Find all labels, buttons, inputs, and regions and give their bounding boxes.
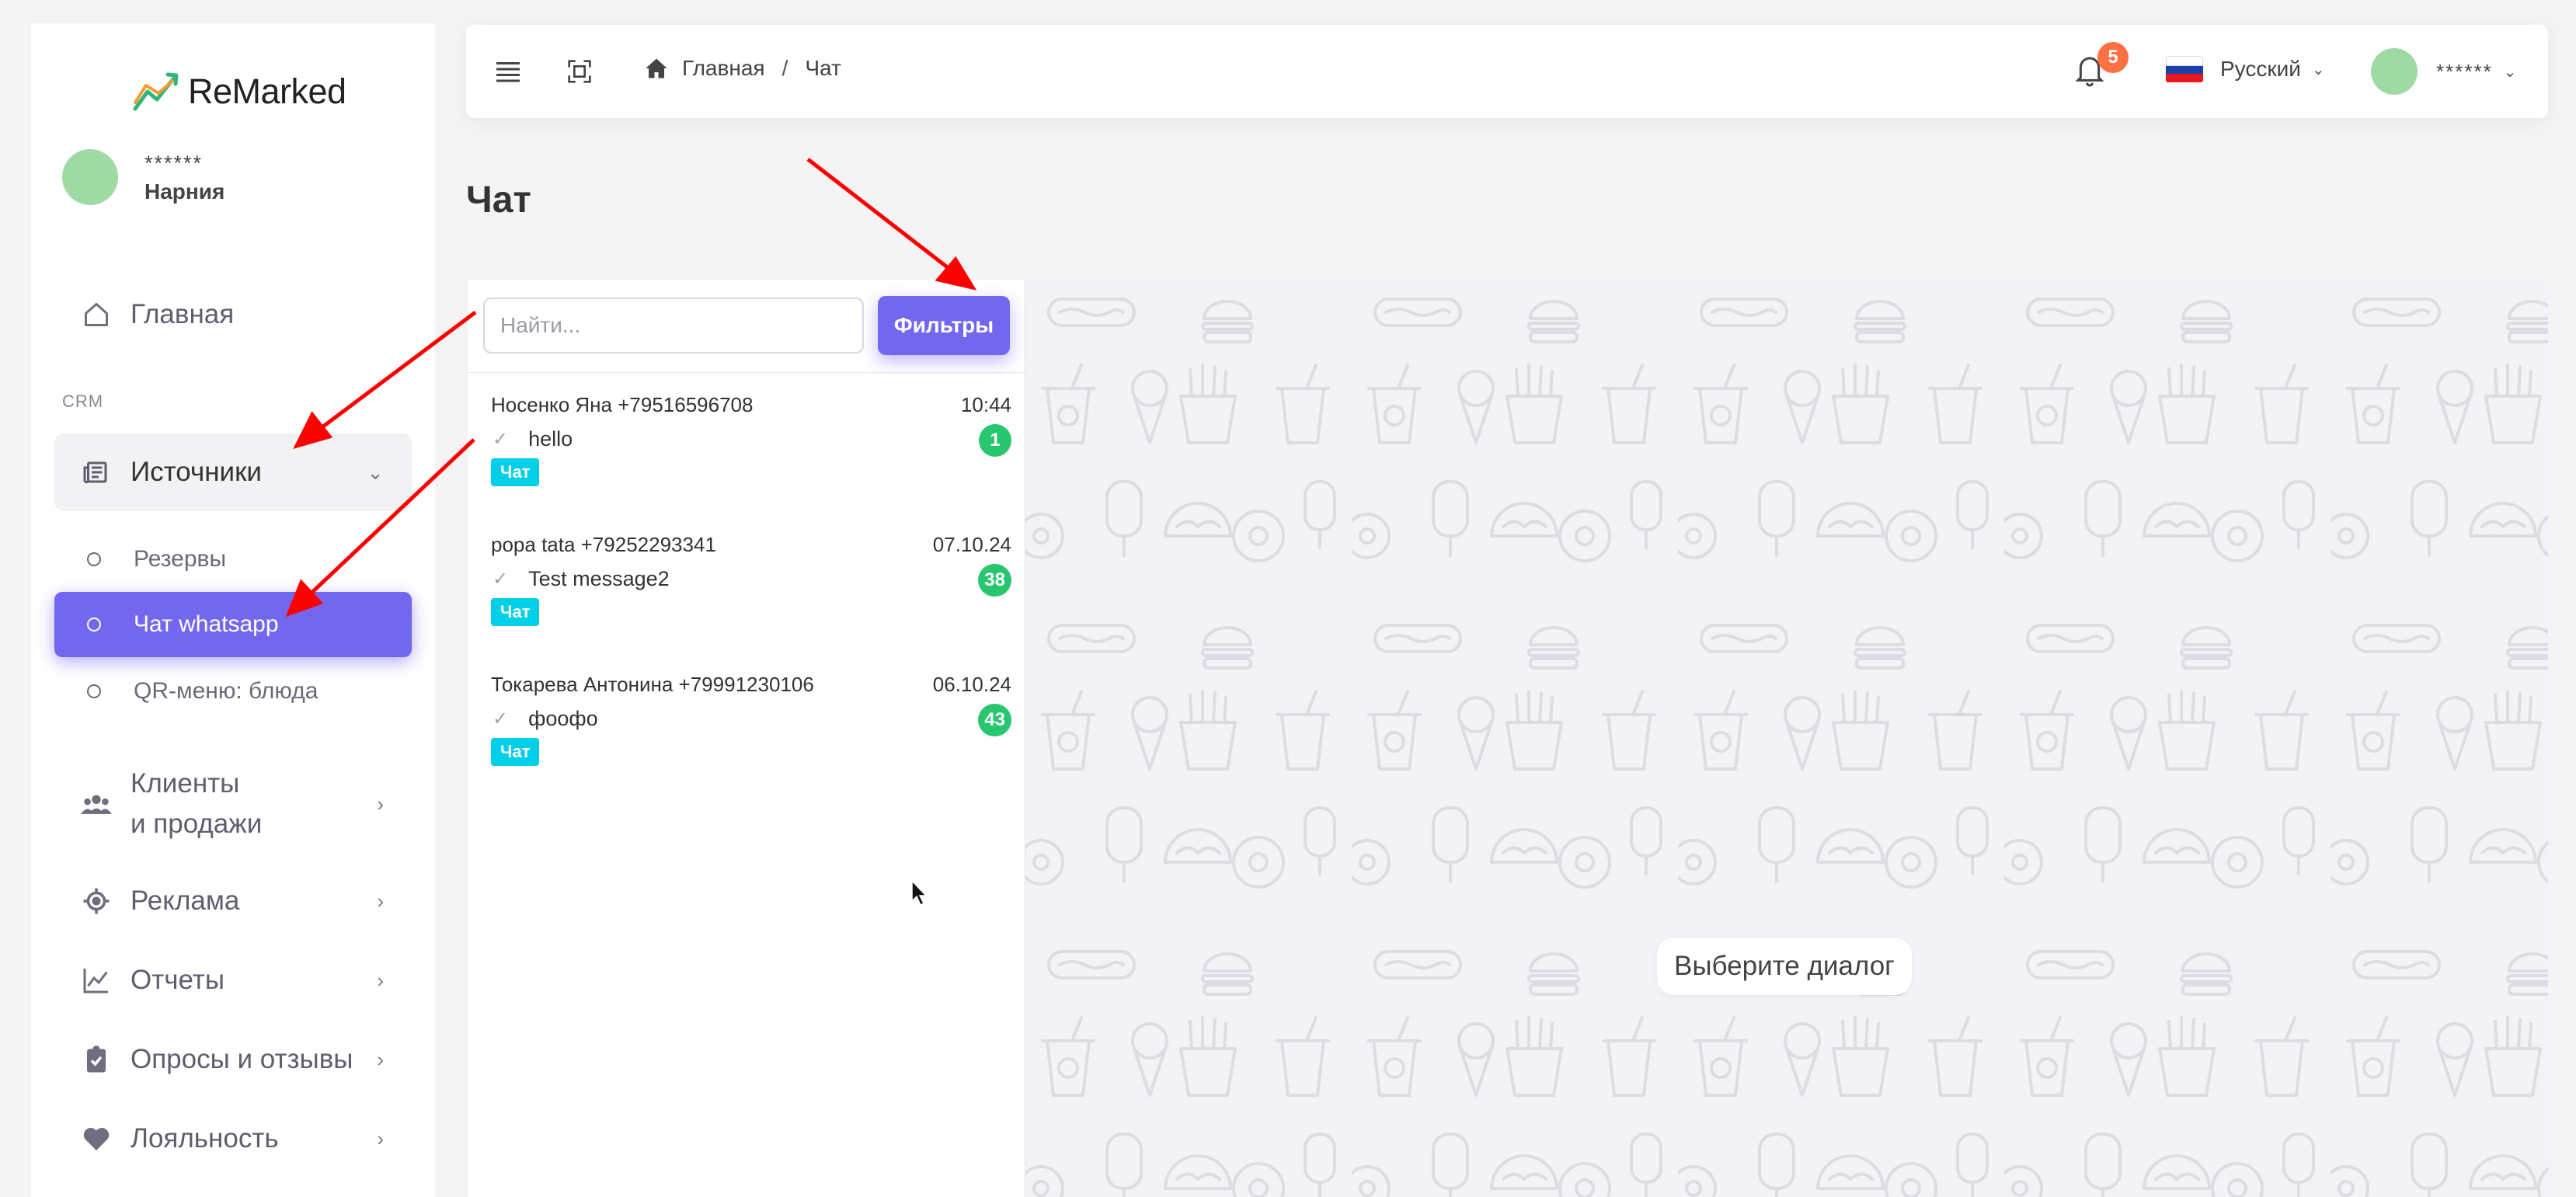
- conversation-item[interactable]: Токарева Антонина +79991230106 06.10.24 …: [491, 673, 1011, 805]
- page-title: Чат: [466, 179, 531, 221]
- topbar: Главная / Чат 5 Русский ⌄ ****** ⌄: [466, 25, 2548, 118]
- nav-section-crm: CRM: [62, 391, 104, 411]
- user-menu[interactable]: ****** ⌄: [2371, 48, 2516, 95]
- conversation-tag: Чат: [491, 738, 540, 766]
- avatar: [62, 149, 118, 205]
- conversation-last-message: ✓ Test message2: [493, 567, 670, 590]
- logo-text: ReMarked: [188, 71, 346, 111]
- chevron-right-icon: ›: [377, 1047, 384, 1071]
- annotation-arrow: [806, 158, 951, 270]
- conversation-tag: Чат: [491, 458, 540, 486]
- conversation-name: Носенко Яна +79516596708: [491, 393, 754, 416]
- sidebar-subitem-qr-menu[interactable]: QR-меню: блюда: [54, 659, 412, 724]
- chevron-down-icon: ⌄: [2503, 63, 2517, 81]
- chevron-right-icon: ›: [377, 968, 384, 992]
- unread-count-badge: 43: [978, 704, 1011, 736]
- sidebar-item-home[interactable]: Главная: [54, 280, 412, 350]
- target-icon: [81, 886, 112, 917]
- conversation-name: Токарева Антонина +79991230106: [491, 673, 814, 696]
- sidebar-item-loyalty[interactable]: Лояльность ›: [54, 1106, 412, 1171]
- sidebar-item-label: QR-меню: блюда: [134, 678, 319, 704]
- fullscreen-icon[interactable]: [564, 56, 595, 87]
- users-icon: [81, 788, 112, 819]
- avatar: [2371, 48, 2418, 95]
- notification-badge: 5: [2097, 42, 2129, 73]
- conversation-time: 10:44: [960, 393, 1011, 416]
- conversation-time: 06.10.24: [932, 673, 1011, 696]
- circle-icon: [87, 552, 101, 566]
- sidebar-item-label: Опросы и отзывы: [131, 1044, 353, 1074]
- conversation-tag: Чат: [491, 598, 540, 626]
- chat-list-panel: Фильтры Носенко Яна +79516596708 10:44 ✓…: [468, 280, 1025, 1197]
- sidebar-item-surveys[interactable]: Опросы и отзывы ›: [54, 1027, 412, 1092]
- user-role: Нарния: [144, 179, 225, 204]
- sidebar-item-label: Главная: [131, 299, 235, 329]
- sidebar-item-clients-sales[interactable]: Клиенты и продажи ›: [54, 761, 412, 847]
- food-pattern-background: [1025, 280, 2548, 1197]
- breadcrumb-current: Чат: [805, 56, 841, 80]
- user-name: ******: [144, 151, 204, 175]
- chevron-right-icon: ›: [377, 792, 384, 816]
- sidebar-item-sources[interactable]: Источники ⌄: [54, 433, 412, 511]
- conversation-last-message: ✓ hello: [493, 427, 573, 451]
- sidebar-item-label: Клиенты и продажи: [131, 768, 263, 839]
- breadcrumb-home[interactable]: Главная: [682, 56, 765, 81]
- unread-count-badge: 1: [979, 424, 1011, 457]
- newspaper-icon: [81, 457, 112, 488]
- chat-area: Выберите диалог: [1025, 280, 2548, 1197]
- chevron-right-icon: ›: [377, 1126, 384, 1150]
- logo-chart-icon: [133, 72, 179, 111]
- sidebar-item-label: Чат whatsapp: [134, 611, 279, 637]
- select-dialog-message: Выберите диалог: [1657, 938, 1912, 995]
- language-selector[interactable]: Русский ⌄: [2166, 56, 2325, 82]
- check-icon: ✓: [493, 429, 509, 450]
- sidebar-subitem-reserves[interactable]: Резервы: [54, 527, 412, 592]
- conversation-time: 07.10.24: [932, 533, 1011, 556]
- breadcrumb: Главная / Чат: [645, 56, 841, 81]
- search-input[interactable]: [483, 298, 864, 353]
- line-chart-icon: [81, 965, 112, 996]
- app-logo[interactable]: ReMarked: [132, 70, 346, 113]
- sidebar-item-ads[interactable]: Реклама ›: [54, 868, 412, 934]
- filters-button[interactable]: Фильтры: [878, 296, 1010, 355]
- check-icon: ✓: [493, 708, 509, 729]
- russia-flag-icon: [2166, 56, 2203, 82]
- sidebar-item-reports[interactable]: Отчеты ›: [54, 948, 412, 1013]
- chevron-right-icon: ›: [377, 889, 384, 913]
- home-icon[interactable]: [645, 57, 668, 79]
- mouse-cursor-icon: [911, 879, 928, 906]
- menu-icon[interactable]: [493, 56, 524, 87]
- chat-search-row: Фильтры: [468, 280, 1025, 373]
- sidebar: ReMarked ****** Нарния Главная CRM Источ…: [31, 23, 435, 1197]
- sidebar-user[interactable]: ****** Нарния: [62, 149, 225, 205]
- sidebar-item-label: Реклама: [131, 886, 240, 916]
- sidebar-item-label: Резервы: [134, 546, 227, 572]
- heart-icon: [81, 1123, 112, 1154]
- clipboard-check-icon: [81, 1044, 112, 1075]
- breadcrumb-separator: /: [782, 56, 788, 80]
- chevron-down-icon: ⌄: [367, 460, 384, 484]
- sidebar-item-label: Отчеты: [131, 965, 225, 995]
- home-icon: [81, 299, 112, 330]
- chevron-down-icon: ⌄: [2311, 61, 2325, 78]
- conversation-last-message: ✓ фоофо: [493, 707, 598, 730]
- conversation-item[interactable]: Носенко Яна +79516596708 10:44 ✓ hello 1 …: [491, 393, 1011, 525]
- conversation-name: popa tata +79252293341: [491, 533, 716, 556]
- check-icon: ✓: [493, 569, 509, 590]
- circle-icon: [87, 684, 101, 698]
- conversation-item[interactable]: popa tata +79252293341 07.10.24 ✓ Test me…: [491, 533, 1011, 665]
- unread-count-badge: 38: [978, 564, 1011, 597]
- user-name: ******: [2436, 59, 2493, 83]
- sidebar-item-label: Источники: [131, 457, 262, 487]
- language-label: Русский: [2220, 57, 2301, 81]
- circle-icon: [87, 618, 101, 632]
- sidebar-subitem-whatsapp-chat[interactable]: Чат whatsapp: [54, 592, 412, 657]
- sidebar-item-label: Лояльность: [131, 1123, 279, 1154]
